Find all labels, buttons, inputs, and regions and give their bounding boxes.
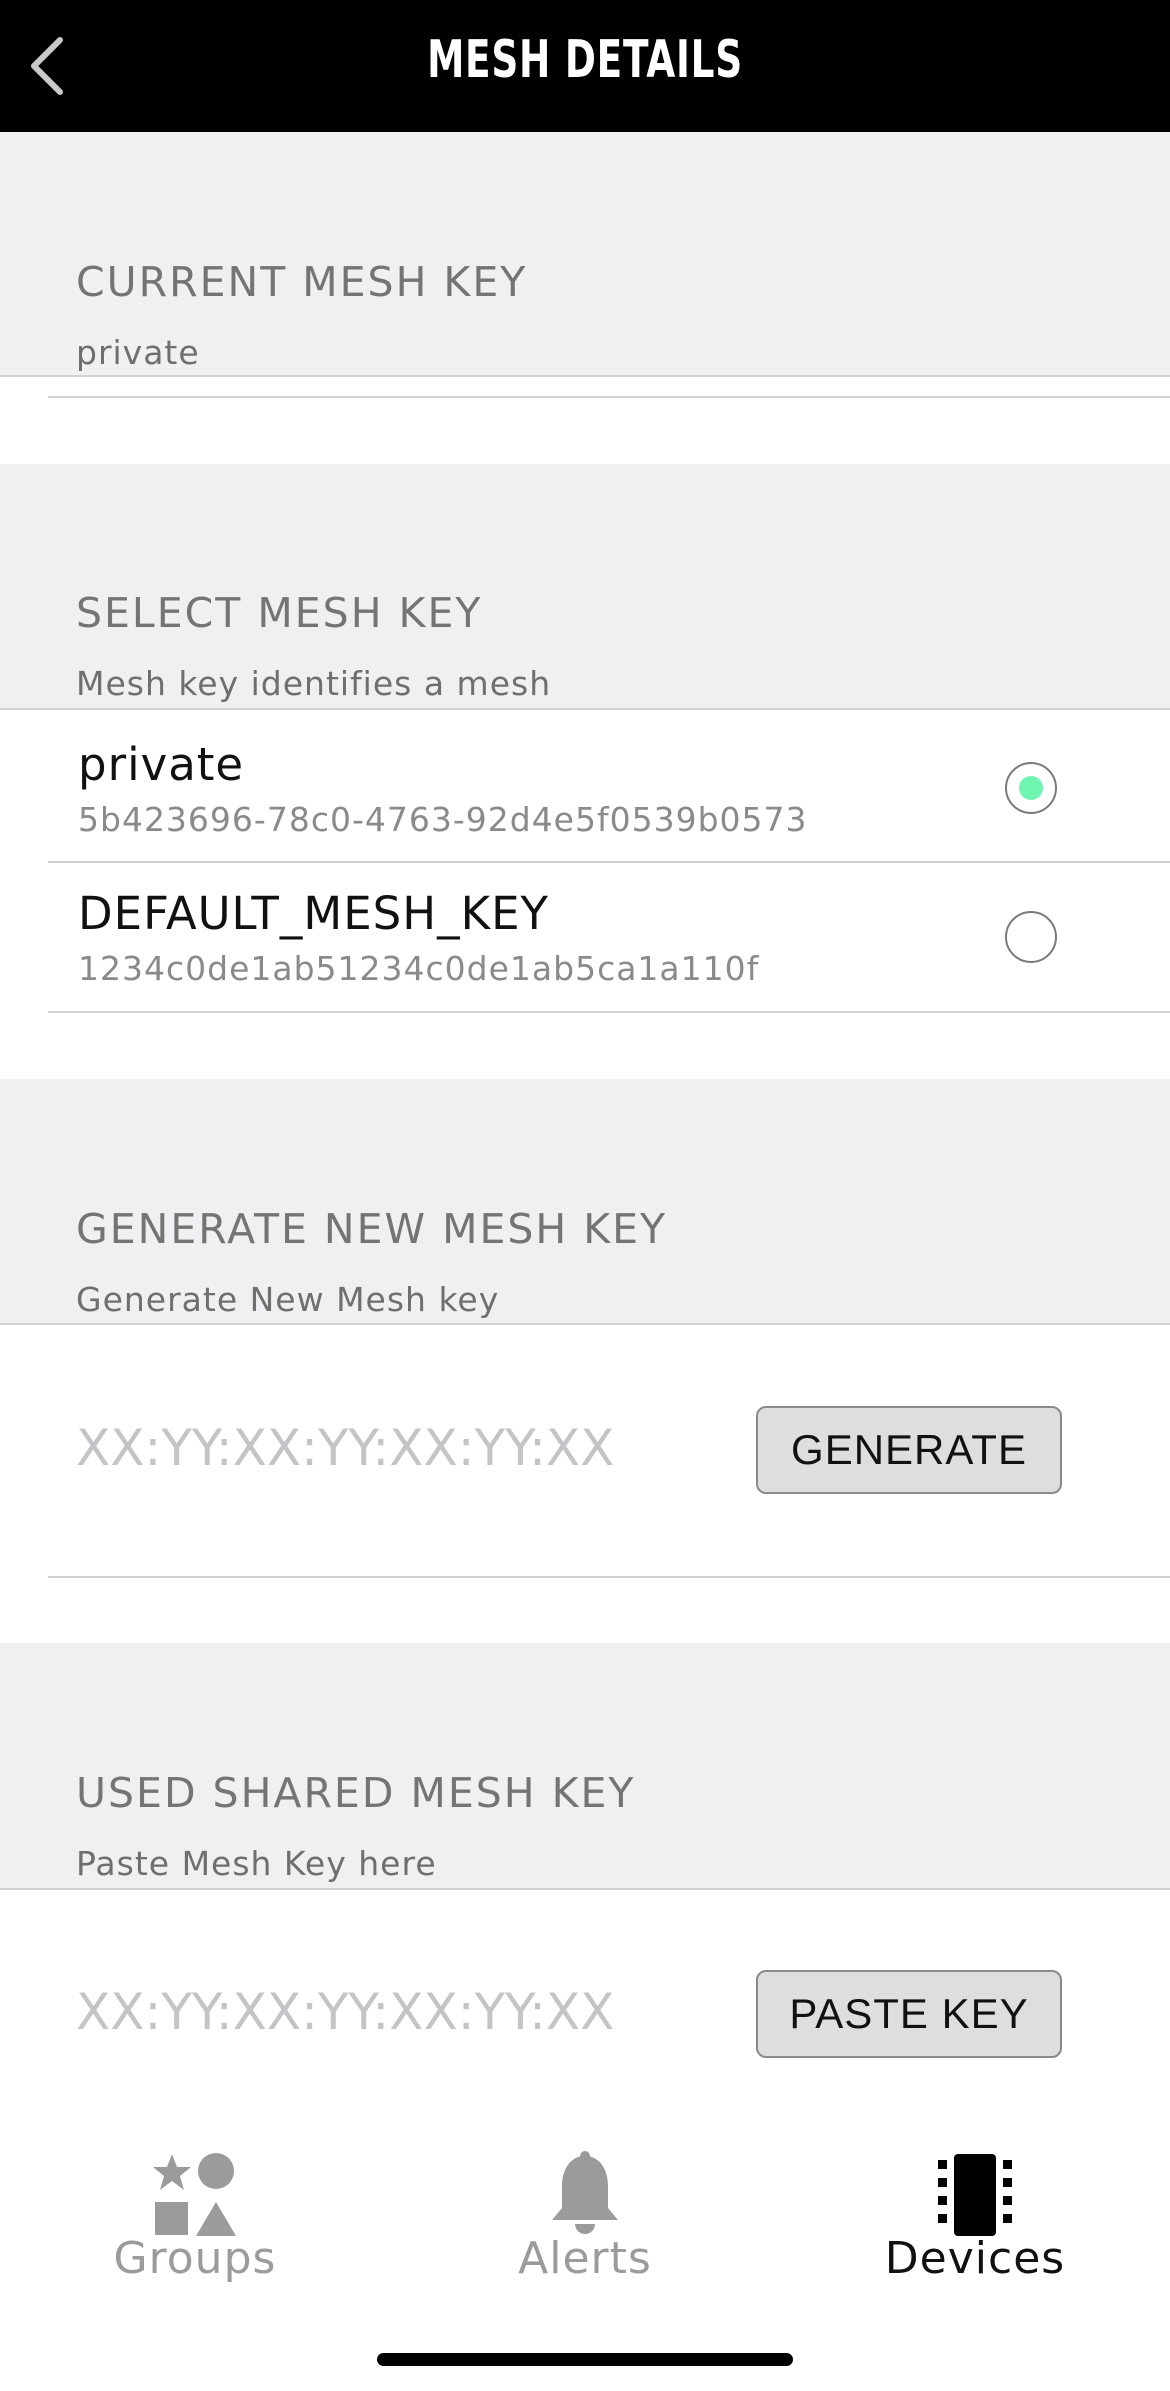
shared-key-field[interactable]: XX:YY:XX:YY:XX:YY:XX (76, 1983, 614, 2041)
mesh-key-option-private[interactable]: private 5b423696-78c0-4763-92d4e5f0539b0… (0, 712, 1170, 860)
divider (0, 375, 1170, 377)
generate-button[interactable]: GENERATE (756, 1406, 1062, 1494)
generate-key-subtitle: Generate New Mesh key (76, 1280, 500, 1319)
radio-selected[interactable] (1005, 762, 1057, 814)
tab-label: Alerts (518, 2233, 652, 2284)
tab-alerts[interactable]: Alerts (390, 2140, 780, 2290)
generate-key-title: GENERATE NEW MESH KEY (76, 1205, 668, 1253)
bell-icon (552, 2151, 618, 2234)
select-key-title: SELECT MESH KEY (76, 589, 483, 637)
mesh-key-value: 5b423696-78c0-4763-92d4e5f0539b0573 (78, 800, 808, 839)
divider (48, 1576, 1170, 1578)
paste-key-button[interactable]: PASTE KEY (756, 1970, 1062, 2058)
current-key-title: CURRENT MESH KEY (76, 258, 528, 306)
chip-icon (938, 2154, 1012, 2236)
current-key-value: private (76, 333, 200, 372)
mesh-key-value: 1234c0de1ab51234c0de1ab5ca1a110f (78, 949, 760, 988)
shared-key-subtitle: Paste Mesh Key here (76, 1844, 437, 1883)
tab-label: Groups (113, 2233, 277, 2284)
divider (48, 1011, 1170, 1013)
shared-key-title: USED SHARED MESH KEY (76, 1769, 636, 1817)
page-title: MESH DETAILS (427, 30, 743, 90)
select-key-subtitle: Mesh key identifies a mesh (76, 664, 552, 703)
divider (0, 1888, 1170, 1890)
mesh-key-name: DEFAULT_MESH_KEY (78, 887, 550, 940)
generated-key-field[interactable]: XX:YY:XX:YY:XX:YY:XX (76, 1419, 614, 1477)
divider (0, 708, 1170, 710)
divider (48, 396, 1170, 398)
chevron-left-icon (31, 37, 63, 95)
back-button[interactable] (14, 26, 94, 106)
radio-dot (1019, 776, 1043, 800)
tab-label: Devices (884, 2233, 1066, 2284)
home-indicator (377, 2353, 793, 2366)
shapes-icon (153, 2153, 236, 2236)
divider (0, 1323, 1170, 1325)
tab-groups[interactable]: Groups (0, 2140, 390, 2290)
radio-unselected[interactable] (1005, 911, 1057, 963)
mesh-key-name: private (78, 738, 245, 791)
mesh-key-option-default[interactable]: DEFAULT_MESH_KEY 1234c0de1ab51234c0de1ab… (0, 863, 1170, 1011)
tab-devices[interactable]: Devices (780, 2140, 1170, 2290)
nav-header: MESH DETAILS (0, 0, 1170, 132)
